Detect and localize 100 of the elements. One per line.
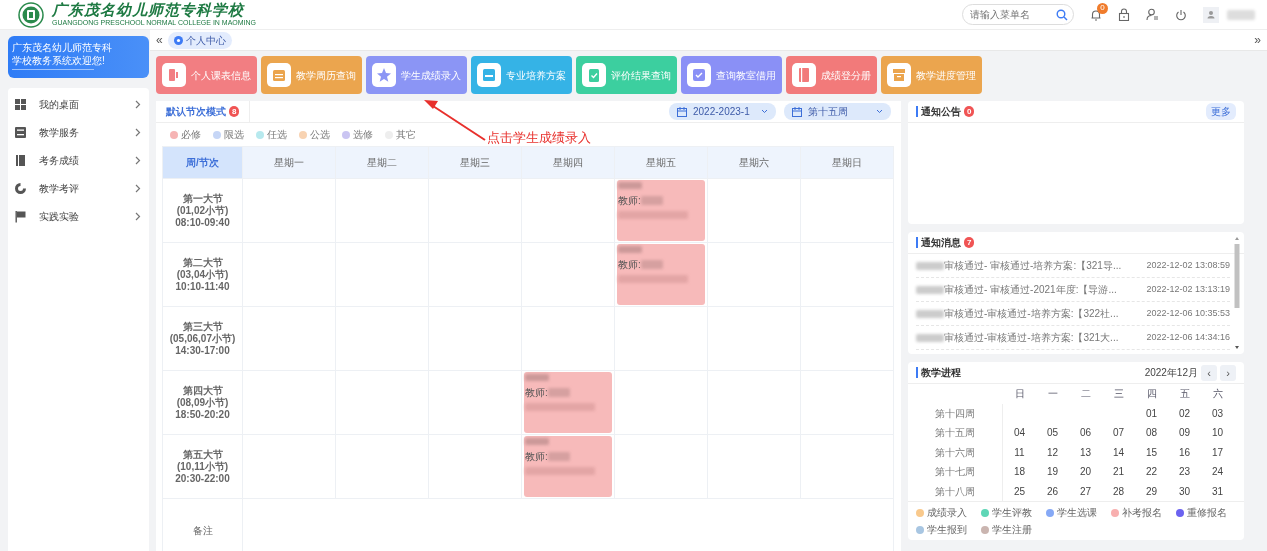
- calendar-day[interactable]: 26: [1036, 481, 1069, 501]
- calendar-day[interactable]: 28: [1102, 481, 1135, 501]
- column-header: 星期三: [428, 146, 522, 179]
- menu-item[interactable]: 实践实验: [8, 202, 149, 230]
- page-tab[interactable]: 个人中心: [167, 31, 232, 49]
- menu-item[interactable]: 我的桌面: [8, 90, 149, 118]
- calendar-day[interactable]: 19: [1036, 462, 1069, 482]
- calendar-day[interactable]: 04: [1003, 423, 1036, 443]
- calendar-day[interactable]: 20: [1069, 462, 1102, 482]
- book-icon: [14, 153, 27, 167]
- calendar-day[interactable]: 31: [1201, 481, 1234, 501]
- legend-label: 必修: [181, 129, 201, 140]
- collapse-button[interactable]: «: [156, 31, 163, 49]
- flag-icon: [14, 209, 27, 223]
- calendar-day[interactable]: 22: [1135, 462, 1168, 482]
- legend-label: 重修报名: [1187, 507, 1227, 518]
- chevron-icon: [135, 99, 141, 109]
- redacted-text: [640, 260, 663, 269]
- caret-icon: [761, 109, 768, 114]
- search-icon[interactable]: [1056, 9, 1068, 21]
- menu-item[interactable]: 教学考评: [8, 174, 149, 202]
- search-field[interactable]: 请输入菜单名: [962, 4, 1074, 25]
- period-label: 第二大节 (03,04小节) 10:10-11:40: [162, 242, 243, 307]
- calendar-day[interactable]: 01: [1135, 403, 1168, 423]
- remarks-label: 备注: [162, 498, 243, 551]
- column-header: 星期五: [614, 146, 708, 179]
- more-button[interactable]: 更多: [1206, 103, 1236, 120]
- legend-label: 学生评教: [992, 507, 1032, 518]
- legend-label: 学生报到: [927, 524, 967, 535]
- course-block[interactable]: 教师:: [617, 244, 705, 305]
- tray-icon: [480, 66, 498, 84]
- count-badge: 0: [964, 106, 975, 117]
- calendar-day[interactable]: 13: [1069, 442, 1102, 462]
- redacted-text: [916, 285, 944, 294]
- calendar-day[interactable]: 18: [1003, 462, 1036, 482]
- mode-tab[interactable]: 默认节次模式 8: [156, 101, 251, 123]
- legend-label: 补考报名: [1122, 507, 1162, 518]
- scrollbar[interactable]: [1233, 236, 1241, 350]
- week-label: 第十八周: [908, 481, 1003, 501]
- next-month-button[interactable]: ›: [1220, 364, 1236, 381]
- message-text: 审核通过- 审核通过-2021年度:【导游...: [944, 283, 1117, 297]
- calendar-day[interactable]: 27: [1069, 481, 1102, 501]
- course-block[interactable]: 教师:: [524, 372, 612, 433]
- month-label: 2022年12月: [1144, 366, 1198, 380]
- redacted-text: [618, 182, 642, 189]
- previous-month-button[interactable]: ‹: [1201, 364, 1217, 381]
- calendar-day[interactable]: 02: [1168, 403, 1201, 423]
- message-row[interactable]: 审核通过- 审核通过-2021年度:【导游... 2022-12-02 13:13:19: [916, 278, 1230, 302]
- school-name: 广东茂名幼儿师范专科学校: [52, 3, 246, 18]
- redacted-text: [525, 438, 549, 445]
- power-icon[interactable]: [1175, 8, 1187, 21]
- count-badge: 7: [964, 237, 975, 248]
- message-row[interactable]: 审核通过- 审核通过-培养方案:【321导... 2022-12-02 13:08:59: [916, 254, 1230, 278]
- message-row[interactable]: 审核通过-审核通过-培养方案:【321大... 2022-12-06 14:34:16: [916, 326, 1230, 350]
- calendar-day[interactable]: 14: [1102, 442, 1135, 462]
- menu-item[interactable]: 考务成绩: [8, 146, 149, 174]
- calendar-day[interactable]: 15: [1135, 442, 1168, 462]
- calendar-day[interactable]: 21: [1102, 462, 1135, 482]
- weekday-header: 五: [1178, 387, 1191, 401]
- redacted-text: [525, 374, 549, 381]
- course-block[interactable]: 教师:: [617, 180, 705, 241]
- weekday-header: 一: [1046, 387, 1059, 401]
- period-label: 第一大节 (01,02小节) 08:10-09:40: [162, 178, 243, 243]
- panel-title: 教学进程: [921, 366, 961, 380]
- redacted-text: [618, 275, 688, 283]
- menu-item[interactable]: 教学服务: [8, 118, 149, 146]
- calendar-day[interactable]: 12: [1036, 442, 1069, 462]
- term-select[interactable]: 2022-2023-1: [669, 103, 776, 120]
- calendar-icon: [677, 106, 687, 117]
- bell-icon[interactable]: [1090, 8, 1102, 21]
- calendar-day[interactable]: 29: [1135, 481, 1168, 501]
- legend-label: 选修: [353, 129, 373, 140]
- course-block[interactable]: 教师:: [524, 436, 612, 497]
- message-text: 审核通过-审核通过-培养方案:【321大...: [944, 331, 1119, 345]
- calendar-day[interactable]: 08: [1135, 423, 1168, 443]
- message-row[interactable]: 审核通过-审核通过-培养方案:【322社... 2022-12-06 10:35:53: [916, 302, 1230, 326]
- weekday-header: 四: [1145, 387, 1158, 401]
- redacted-text: [916, 309, 944, 318]
- calendar-day[interactable]: 17: [1201, 442, 1234, 462]
- calendar-day[interactable]: 23: [1168, 462, 1201, 482]
- redacted-text: [1227, 9, 1255, 20]
- message-text: 审核通过-审核通过-培养方案:【322社...: [944, 307, 1119, 321]
- lock-icon[interactable]: [1118, 8, 1130, 21]
- calendar-day[interactable]: 07: [1102, 423, 1135, 443]
- avatar-icon[interactable]: [1203, 6, 1219, 23]
- calendar-day[interactable]: 10: [1201, 423, 1234, 443]
- user-switch-icon[interactable]: [1146, 8, 1159, 21]
- calendar-day[interactable]: 16: [1168, 442, 1201, 462]
- calendar-day[interactable]: 06: [1069, 423, 1102, 443]
- calendar-day[interactable]: 25: [1003, 481, 1036, 501]
- expand-button[interactable]: »: [1254, 31, 1261, 49]
- calendar-day[interactable]: 03: [1201, 403, 1234, 423]
- calendar-day[interactable]: 24: [1201, 462, 1234, 482]
- week-select[interactable]: 第十五周: [784, 103, 891, 120]
- annotation-text: 点击学生成绩录入: [487, 129, 591, 147]
- calendar-day[interactable]: 11: [1003, 442, 1036, 462]
- calendar-day[interactable]: 09: [1168, 423, 1201, 443]
- calendar-day[interactable]: 30: [1168, 481, 1201, 501]
- teacher-label: 教师:: [618, 258, 641, 272]
- calendar-day[interactable]: 05: [1036, 423, 1069, 443]
